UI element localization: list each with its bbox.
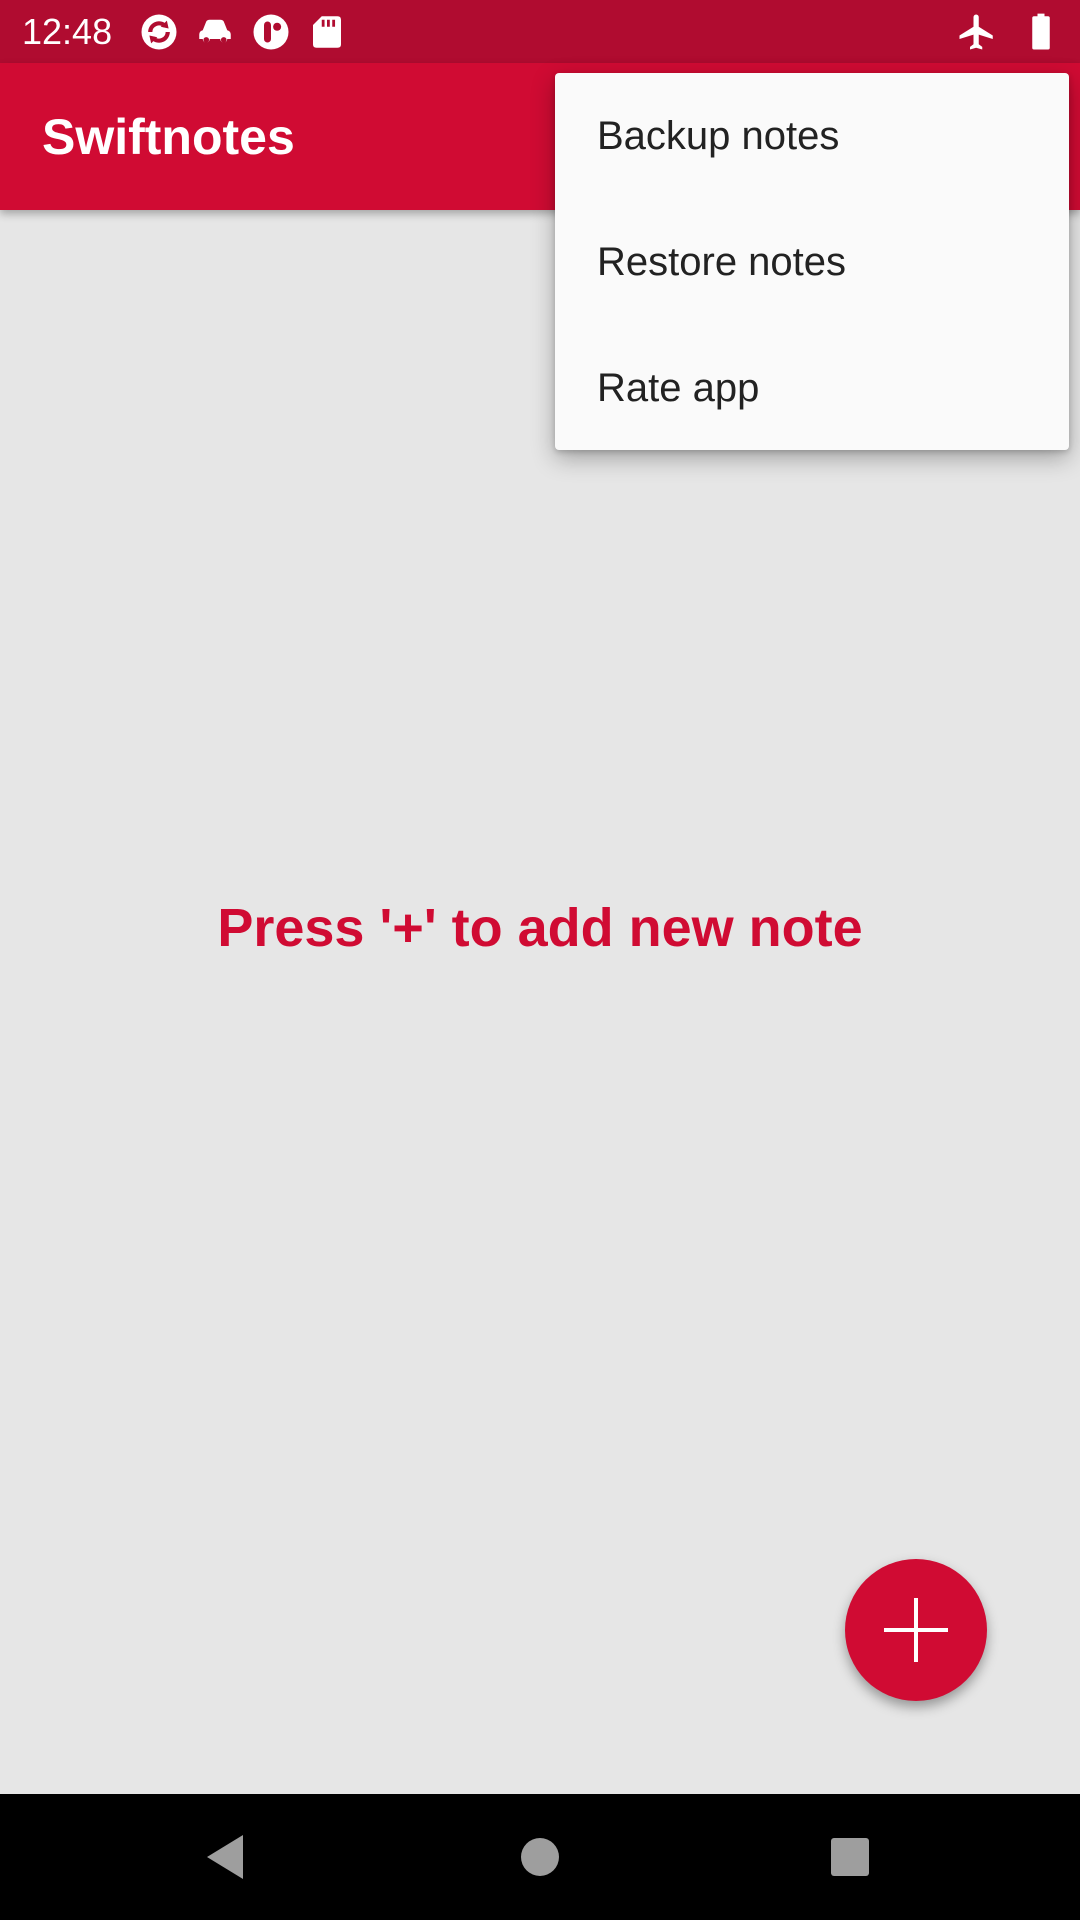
menu-item-restore-notes[interactable]: Restore notes — [555, 199, 1069, 325]
home-button[interactable] — [507, 1824, 573, 1890]
car-icon — [194, 11, 236, 53]
empty-state-message: Press '+' to add new note — [217, 898, 863, 958]
status-time: 12:48 — [22, 11, 113, 52]
recents-icon — [831, 1838, 869, 1876]
add-note-button[interactable] — [845, 1559, 987, 1701]
plus-icon — [884, 1598, 948, 1662]
back-icon — [207, 1835, 243, 1879]
navigation-bar — [0, 1794, 1080, 1920]
sd-card-icon — [306, 11, 348, 53]
overflow-menu: Backup notes Restore notes Rate app — [555, 73, 1069, 450]
status-icons-left — [138, 10, 348, 54]
battery-icon — [1020, 11, 1062, 53]
status-icons-right — [956, 10, 1062, 54]
back-button[interactable] — [192, 1824, 258, 1890]
recents-button[interactable] — [817, 1824, 883, 1890]
screen: 12:48 Swiftnotes Press '+' to add new no… — [0, 0, 1080, 1920]
account-icon — [250, 11, 292, 53]
home-icon — [521, 1838, 559, 1876]
airplane-mode-icon — [956, 11, 998, 53]
menu-item-rate-app[interactable]: Rate app — [555, 325, 1069, 451]
app-title: Swiftnotes — [42, 109, 295, 165]
status-bar: 12:48 — [0, 0, 1080, 63]
menu-item-backup-notes[interactable]: Backup notes — [555, 73, 1069, 199]
sync-icon — [138, 11, 180, 53]
